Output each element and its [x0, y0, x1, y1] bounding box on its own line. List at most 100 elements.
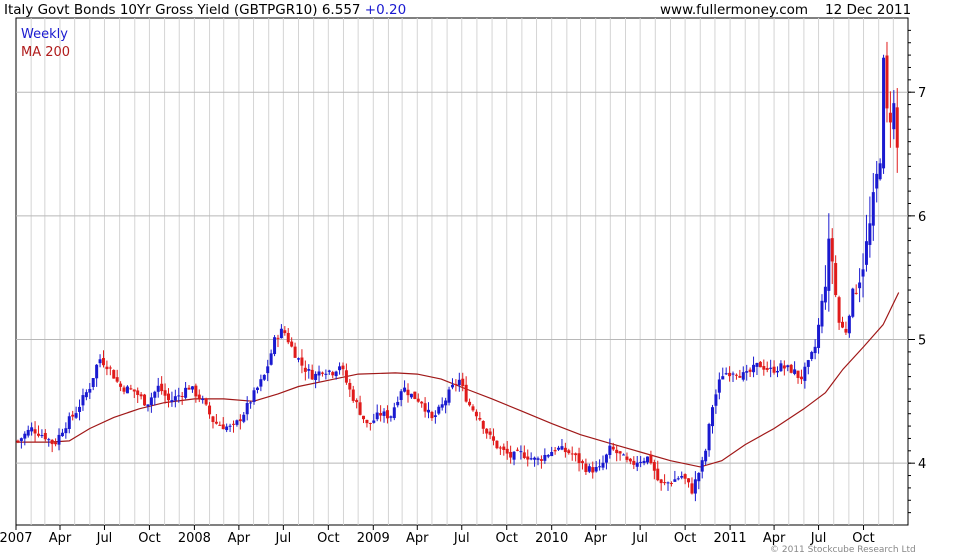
- weekly-bar-body: [225, 426, 229, 431]
- weekly-bar-body: [43, 432, 47, 440]
- weekly-bar-body: [132, 389, 136, 392]
- weekly-bar-body: [775, 371, 779, 373]
- weekly-bar-body: [680, 475, 684, 478]
- weekly-bar-body: [550, 451, 554, 457]
- weekly-bar-body: [851, 288, 855, 317]
- weekly-bar-body: [331, 372, 335, 376]
- weekly-bar-body: [177, 395, 181, 397]
- weekly-bar-body: [786, 365, 790, 368]
- weekly-bar-body: [536, 458, 540, 460]
- weekly-bar-body: [26, 429, 30, 436]
- weekly-bar-body: [738, 375, 742, 378]
- weekly-bar-body: [789, 364, 793, 373]
- weekly-bar-body: [60, 432, 64, 437]
- weekly-bar-body: [796, 370, 800, 378]
- weekly-bar-body: [474, 411, 478, 417]
- last-value: 6.557: [321, 2, 361, 18]
- weekly-bar-body: [827, 238, 831, 291]
- weekly-bar-body: [406, 389, 410, 396]
- weekly-bar-body: [632, 460, 636, 465]
- weekly-bar-body: [570, 453, 574, 455]
- weekly-bar-body: [748, 369, 752, 372]
- weekly-bar-body: [478, 417, 482, 420]
- weekly-bar-body: [806, 360, 810, 367]
- weekly-bar-body: [358, 402, 362, 415]
- weekly-bar-body: [875, 173, 879, 189]
- weekly-bar-body: [310, 369, 314, 380]
- weekly-bar-body: [868, 223, 872, 245]
- weekly-bar-body: [769, 367, 773, 369]
- weekly-bar-body: [170, 400, 174, 403]
- weekly-bar-body: [71, 414, 75, 417]
- weekly-bar-body: [765, 368, 769, 370]
- weekly-bar-body: [591, 467, 595, 473]
- weekly-bar-body: [119, 383, 123, 387]
- weekly-bar-body: [512, 451, 516, 460]
- weekly-bar-body: [372, 420, 376, 423]
- weekly-bar-body: [628, 458, 632, 462]
- weekly-bar-body: [598, 466, 602, 468]
- weekly-bar-body: [652, 462, 656, 471]
- weekly-bar-body: [649, 454, 653, 464]
- weekly-bar-body: [64, 428, 68, 434]
- change-value: +0.20: [364, 2, 407, 18]
- weekly-bar-body: [399, 391, 403, 400]
- weekly-bar-body: [823, 286, 827, 303]
- weekly-bar-body: [218, 424, 222, 426]
- weekly-bar-body: [454, 383, 458, 385]
- weekly-bar-body: [416, 398, 420, 402]
- weekly-bar-body: [457, 379, 461, 386]
- weekly-bar-body: [683, 474, 687, 479]
- weekly-bar-body: [303, 367, 307, 372]
- weekly-bar-body: [420, 401, 424, 404]
- weekly-bar-body: [895, 107, 899, 148]
- weekly-bar-body: [47, 439, 51, 441]
- weekly-bar-body: [663, 482, 667, 484]
- weekly-bar-body: [834, 263, 838, 296]
- weekly-bar-body: [892, 103, 896, 130]
- x-tick-label: Jul: [631, 531, 648, 546]
- weekly-bar-body: [762, 366, 766, 370]
- weekly-bar-body: [255, 387, 259, 390]
- y-tick-label: 7: [918, 86, 926, 101]
- weekly-bar-body: [533, 457, 537, 460]
- weekly-bar-body: [221, 424, 225, 430]
- weekly-bar-body: [173, 396, 177, 401]
- weekly-bar-body: [594, 466, 598, 472]
- weekly-bar-body: [379, 413, 383, 416]
- weekly-bar-body: [57, 434, 61, 445]
- weekly-bar-body: [23, 433, 27, 439]
- source-site: www.fullermoney.com: [660, 2, 809, 18]
- weekly-bar-body: [67, 416, 71, 429]
- weekly-bar-body: [101, 358, 105, 366]
- weekly-bar-body: [122, 387, 126, 392]
- x-tick-label: Apr: [228, 531, 251, 546]
- weekly-bar-body: [844, 328, 848, 333]
- weekly-bar-body: [324, 373, 328, 375]
- weekly-bar-body: [84, 392, 88, 398]
- weekly-bar-body: [30, 427, 34, 432]
- weekly-bar-body: [717, 379, 721, 393]
- weekly-bar-body: [290, 341, 294, 347]
- weekly-bar-body: [714, 394, 718, 406]
- weekly-bar-body: [837, 297, 841, 323]
- chart-stage: 4 5 6 7 2007 Apr Jul Oct 2008 Apr Jul Oct 2009 Apr Jul…: [0, 0, 960, 560]
- x-tick-label: Apr: [584, 531, 607, 546]
- weekly-bar-body: [813, 346, 817, 354]
- x-tick-label: Jul: [810, 531, 827, 546]
- weekly-bar-body: [208, 405, 212, 415]
- weekly-bar-body: [878, 163, 882, 180]
- weekly-bar-body: [492, 436, 496, 441]
- weekly-bar-body: [50, 439, 54, 445]
- weekly-bar-body: [447, 389, 451, 403]
- weekly-bar-body: [163, 390, 167, 396]
- weekly-bar-body: [758, 361, 762, 368]
- weekly-bar-body: [779, 363, 783, 372]
- weekly-bar-body: [385, 410, 389, 419]
- weekly-bar-body: [803, 366, 807, 381]
- weekly-bar-body: [232, 423, 236, 425]
- weekly-bar-body: [334, 371, 338, 377]
- weekly-bar-body: [882, 57, 886, 169]
- chart-header-title: Italy Govt Bonds 10Yr Gross Yield (GBTPG…: [4, 2, 406, 18]
- weekly-bar-body: [36, 433, 40, 436]
